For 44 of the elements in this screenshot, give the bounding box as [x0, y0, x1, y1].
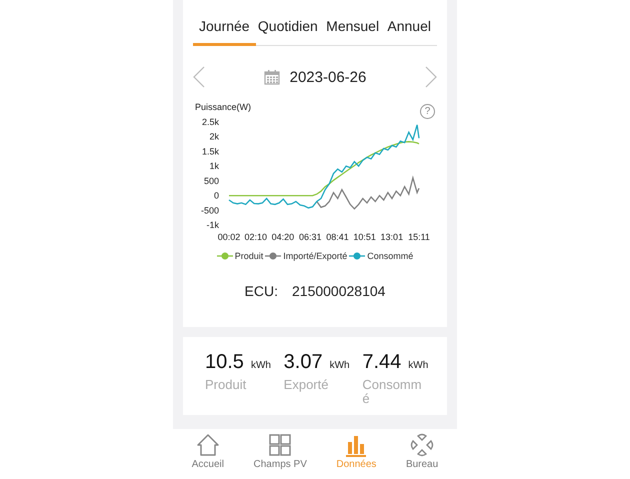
x-tick-label: 02:10	[244, 232, 268, 242]
next-day-icon[interactable]	[424, 66, 437, 88]
stat-label: Consommé	[362, 378, 423, 406]
x-tick-label: 13:01	[380, 232, 404, 242]
legend-label: Importé/Exporté	[283, 251, 348, 261]
flower-icon	[410, 433, 434, 457]
x-tick-label: 10:51	[353, 232, 376, 242]
stat-unit: kWh	[250, 360, 271, 371]
x-tick-label: 15:11	[408, 232, 430, 242]
y-tick-label: -1k	[206, 220, 219, 230]
x-tick-label: 06:31	[299, 232, 322, 242]
nav-tab[interactable]: Accueil	[188, 433, 228, 479]
y-tick-label: 500	[204, 176, 219, 186]
y-tick-label: -500	[200, 205, 219, 216]
previous-day-icon[interactable]	[193, 66, 205, 88]
stat-label: Exporté	[284, 378, 330, 392]
x-tick-label: 04:20	[272, 232, 294, 242]
y-tick-label: 1k	[209, 161, 219, 172]
period-tab[interactable]: Journée	[193, 18, 256, 46]
legend-label: Consommé	[367, 251, 414, 261]
stat-value: 3.07	[284, 351, 323, 374]
nav-tab[interactable]: Champs PV	[250, 433, 311, 479]
x-tick-label: 00:02	[218, 232, 240, 242]
y-tick-label: 0	[214, 190, 219, 201]
stat-value: 7.44	[362, 351, 402, 374]
ecu-label: ECU:	[244, 283, 278, 299]
home-icon	[196, 433, 220, 457]
x-tick-label: 08:41	[326, 232, 349, 242]
grid-icon	[268, 433, 292, 457]
stat-label: Produit	[205, 378, 248, 392]
nav-tab[interactable]: Bureau	[402, 433, 442, 479]
stat-unit: kWh	[330, 360, 350, 371]
calendar-icon[interactable]	[264, 69, 280, 85]
y-tick-label: 2.5k	[202, 117, 219, 127]
ecu-number: 215000028104	[292, 283, 386, 299]
legend-label: Produit	[234, 251, 264, 261]
help-icon[interactable]: ?	[420, 104, 435, 119]
stat-value: 10.5	[205, 351, 244, 374]
stat-unit: kWh	[408, 360, 428, 371]
y-tick-label: 2k	[209, 132, 219, 142]
y-tick-label: 1.5k	[202, 146, 219, 156]
date-label[interactable]: 2023-06-26	[290, 68, 366, 86]
y-axis-title: Puissance(W)	[195, 102, 252, 112]
bar-chart-icon	[344, 433, 368, 457]
